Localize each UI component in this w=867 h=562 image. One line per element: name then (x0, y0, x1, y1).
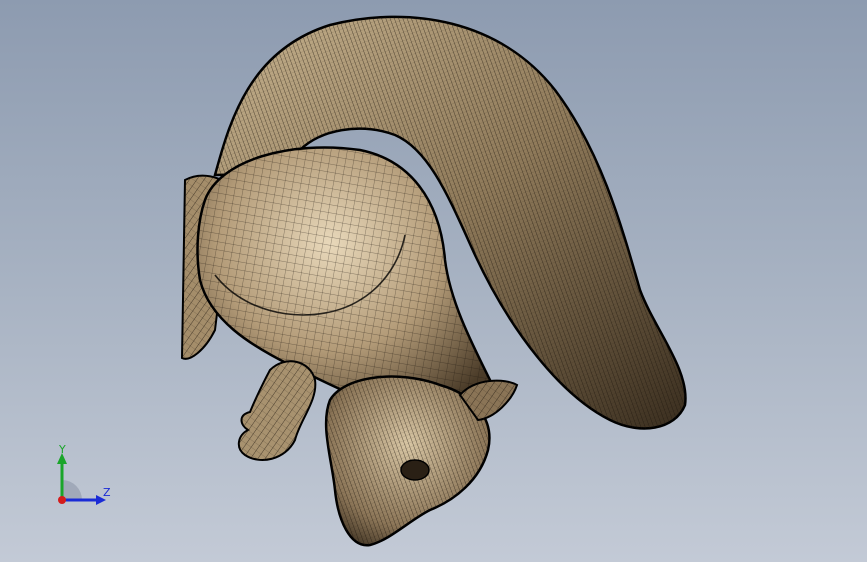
triad-z-label: Z (103, 486, 111, 499)
reference-triad: Y Z (40, 440, 130, 520)
graphics-viewport[interactable]: Y Z (0, 0, 867, 562)
triad-y-label: Y (59, 443, 66, 456)
front-paw-part[interactable] (237, 360, 317, 461)
squirrel-model[interactable] (0, 0, 867, 562)
triad-axes (57, 453, 106, 505)
